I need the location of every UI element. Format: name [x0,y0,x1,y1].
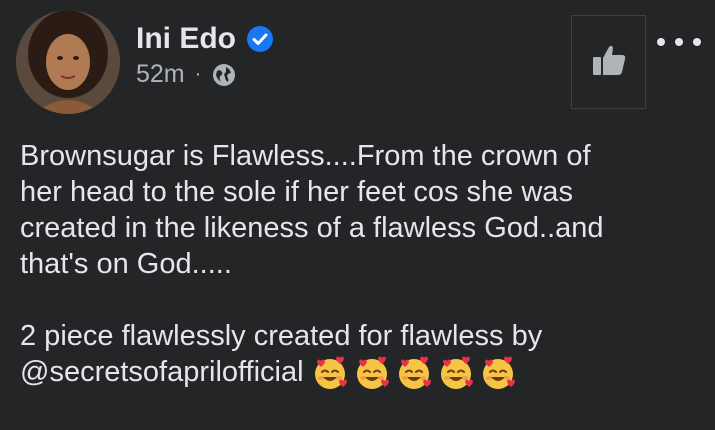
like-button[interactable] [571,15,646,109]
author-avatar[interactable] [16,10,120,114]
smiling-face-with-hearts-icon [480,355,516,391]
post-meta: 52m · [136,60,237,89]
author-name-row: Ini Edo [136,22,274,56]
post-text-line: Brownsugar is Flawless....From the crown… [20,140,591,172]
smiling-face-with-hearts-icon [396,355,432,391]
avatar-image [16,10,120,114]
more-options-icon [693,38,701,46]
smiling-face-with-hearts-icon [354,355,390,391]
meta-separator: · [194,63,202,85]
more-options-icon [675,38,683,46]
post-text-line: created in the likeness of a flawless Go… [20,212,604,244]
verified-badge-icon [246,25,274,53]
post-text-line: that's on God..... [20,248,232,280]
smiling-face-with-hearts-icon [438,355,474,391]
globe-icon[interactable] [211,62,237,88]
post-text-line: 2 piece flawlessly created for flawless … [20,320,543,352]
post-text-line: her head to the sole if her feet cos she… [20,176,573,208]
more-options-icon [657,38,665,46]
post-timestamp[interactable]: 52m [136,60,185,89]
mention-handle[interactable]: @secretsofaprilofficial [20,356,304,388]
author-name[interactable]: Ini Edo [136,22,236,56]
more-options-button[interactable] [657,30,701,54]
thumbs-up-icon [591,43,627,82]
post-card: Ini Edo 52m · Brownsugar is Flawless....… [0,0,715,430]
smiling-face-with-hearts-icon [312,355,348,391]
post-text: Brownsugar is Flawless....From the crown… [20,138,700,391]
post-text-line-with-handle: @secretsofaprilofficial [20,354,700,391]
emoji-row [312,355,516,391]
